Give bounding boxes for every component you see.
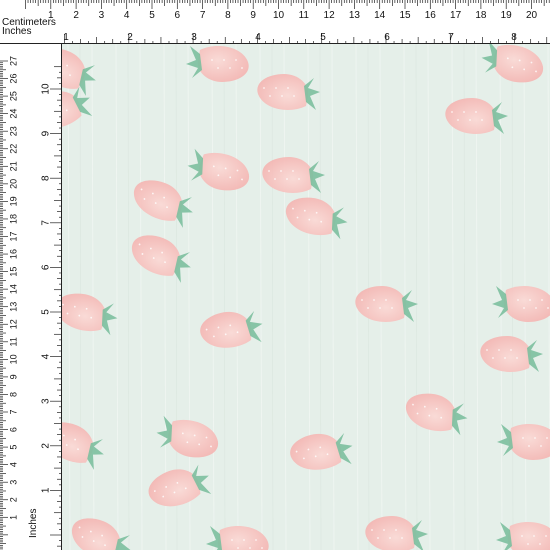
strawberry-icon <box>62 86 93 129</box>
strawberry-icon <box>71 518 131 550</box>
strawberry-icon <box>156 415 218 458</box>
cm-tick-label: 14 <box>8 284 18 294</box>
cm-tick-label: 16 <box>8 249 18 259</box>
inch-tick-label: 10 <box>41 83 52 95</box>
strawberry-icon <box>62 48 96 96</box>
inch-tick-label: 8 <box>511 32 517 43</box>
strawberry-icon <box>131 235 191 283</box>
ruler-corner: Centimeters Inches <box>0 0 62 44</box>
cm-tick-label: 8 <box>8 392 18 397</box>
inch-tick-label: 7 <box>448 32 454 43</box>
cm-tick-label: 12 <box>8 319 18 329</box>
cm-tick-label: 6 <box>175 10 181 21</box>
cm-tick-label: 11 <box>8 337 18 346</box>
cm-tick-label: 3 <box>99 10 105 21</box>
cm-tick-label: 10 <box>273 10 285 21</box>
cm-tick-label: 21 <box>8 161 18 171</box>
cm-tick-label: 8 <box>225 10 231 21</box>
top-ruler: 1234567891011121314151617181920211234567… <box>0 0 550 44</box>
cm-tick-label: 18 <box>8 214 18 224</box>
strawberry-icon <box>62 293 118 336</box>
strawberry-icon <box>406 393 468 436</box>
strawberry-icon <box>148 464 212 507</box>
cm-tick-label: 6 <box>8 427 18 432</box>
cm-tick-label: 19 <box>501 10 513 21</box>
inch-tick-label: 4 <box>41 353 52 359</box>
cm-tick-label: 19 <box>8 196 18 206</box>
cm-tick-label: 14 <box>374 10 386 21</box>
strawberry-print <box>62 44 550 550</box>
cm-tick-label: 1 <box>8 515 18 520</box>
strawberry-icon <box>492 286 550 322</box>
cm-tick-label: 4 <box>124 10 130 21</box>
strawberry-icon <box>257 74 320 110</box>
cm-tick-label: 16 <box>425 10 437 21</box>
inch-tick-label: 2 <box>41 443 52 449</box>
cm-tick-label: 25 <box>8 91 18 101</box>
inch-tick-label: 2 <box>127 32 133 43</box>
cm-tick-label: 11 <box>299 10 310 21</box>
cm-tick-label: 15 <box>8 267 18 277</box>
strawberry-icon <box>480 336 543 372</box>
inch-tick-label: 3 <box>191 32 197 43</box>
cm-tick-label: 9 <box>8 374 18 379</box>
inch-tick-label: 5 <box>320 32 326 43</box>
strawberry-icon <box>481 44 543 83</box>
cm-tick-label: 7 <box>200 10 206 21</box>
cm-tick-label: 17 <box>450 10 462 21</box>
inch-tick-label: 6 <box>384 32 390 43</box>
strawberry-icon <box>262 157 325 193</box>
cm-tick-label: 13 <box>349 10 361 21</box>
cm-tick-label: 2 <box>8 497 18 502</box>
cm-tick-label: 18 <box>475 10 487 21</box>
strawberry-icon <box>206 526 269 550</box>
cm-tick-label: 17 <box>8 231 18 241</box>
cm-tick-label: 3 <box>8 480 18 485</box>
cm-tick-label: 12 <box>324 10 336 21</box>
cm-tick-label: 2 <box>73 10 79 21</box>
strawberry-icon <box>290 433 353 470</box>
cm-tick-label: 20 <box>526 10 538 21</box>
inch-tick-label: 5 <box>41 309 52 315</box>
left-ruler-scale: 2726252423222120191817161514131211109876… <box>0 56 61 550</box>
fabric-swatch <box>62 44 550 550</box>
cm-tick-label: 15 <box>399 10 411 21</box>
cm-tick-label: 26 <box>8 74 18 84</box>
cm-tick-label: 27 <box>8 56 18 66</box>
inch-tick-label: 1 <box>41 487 52 493</box>
inch-tick-label: 7 <box>41 220 52 226</box>
left-ruler: 27 26 25 24 23 22 21 20 19 18 17 16 15 14 13 12 11 10 9 8 7 6… <box>0 44 62 550</box>
strawberry-icon <box>133 180 193 228</box>
inch-tick-label: 1 <box>63 32 69 43</box>
strawberry-icon <box>186 46 249 82</box>
cm-tick-label: 13 <box>8 302 18 312</box>
strawberry-icon <box>62 422 104 470</box>
strawberry-icon <box>365 516 428 550</box>
strawberry-icon <box>496 522 550 550</box>
strawberry-icon <box>200 311 263 348</box>
cm-tick-label: 23 <box>8 126 18 136</box>
strawberry-icon <box>445 98 508 134</box>
inch-tick-label: 4 <box>255 32 261 43</box>
cm-tick-label: 5 <box>149 10 155 21</box>
inches-label: Inches <box>2 26 32 37</box>
strawberry-icon <box>187 148 249 191</box>
side-inches-label: Inches <box>28 508 39 538</box>
inch-tick-label: 6 <box>41 264 52 270</box>
cm-tick-label: 10 <box>8 354 18 364</box>
cm-tick-label: 24 <box>8 109 18 119</box>
cm-tick-label: 7 <box>8 409 18 414</box>
inch-tick-label: 9 <box>41 130 52 136</box>
inch-tick-label: 8 <box>41 175 52 181</box>
top-ruler-scale: 1234567891011121314151617181920211234567… <box>25 0 550 43</box>
cm-tick-label: 22 <box>8 144 18 154</box>
cm-tick-label: 4 <box>8 462 18 467</box>
cm-tick-label: 5 <box>8 445 18 450</box>
cm-tick-label: 9 <box>250 10 256 21</box>
cm-tick-label: 20 <box>8 179 18 189</box>
inch-tick-label: 3 <box>41 398 52 404</box>
strawberry-icon <box>286 197 348 240</box>
strawberry-icon <box>497 424 550 460</box>
strawberry-icon <box>355 286 418 322</box>
